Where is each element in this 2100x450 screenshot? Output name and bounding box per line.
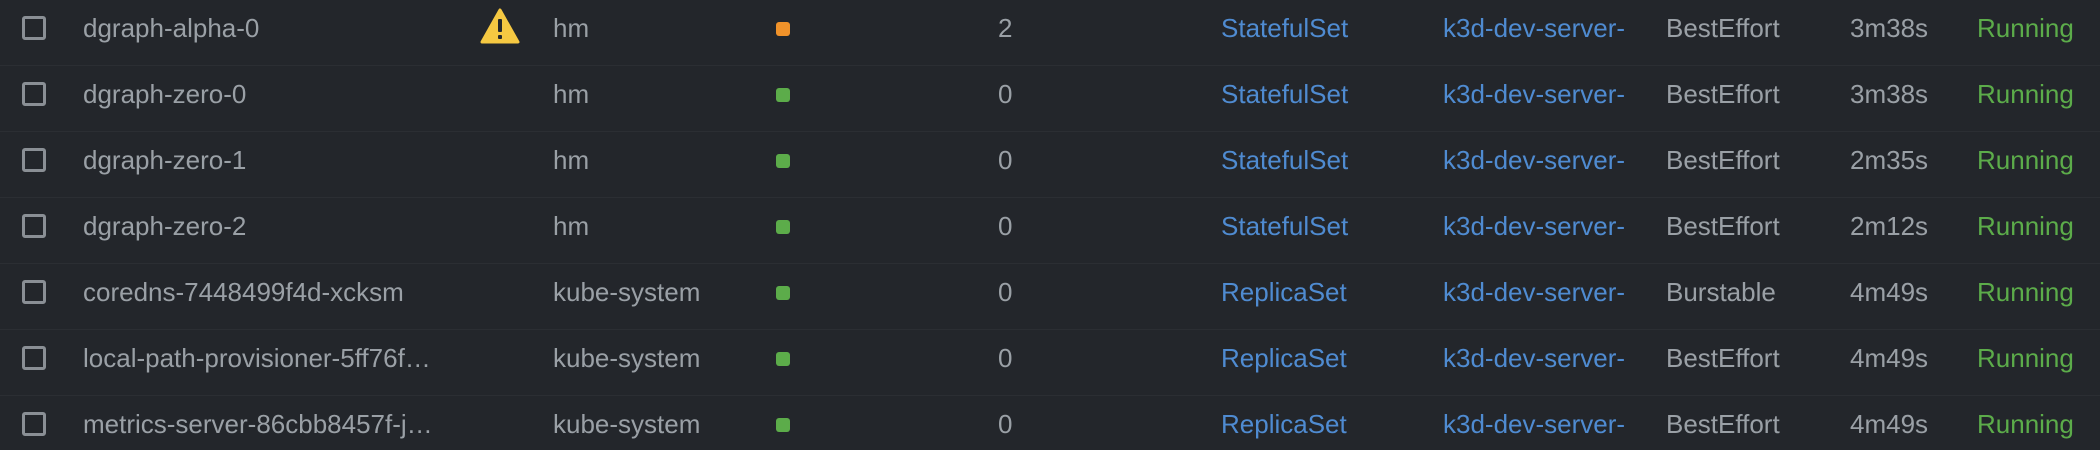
node-link[interactable]: k3d-dev-server- <box>1443 0 1636 66</box>
namespace: hm <box>553 79 590 109</box>
restarts-count: 0 <box>998 145 1013 175</box>
phase-status: Running <box>1977 409 2074 439</box>
row-checkbox[interactable] <box>22 214 46 238</box>
table-row[interactable]: dgraph-zero-0 hm 0 StatefulSet k3d-dev-s… <box>0 66 2100 132</box>
qos-class: BestEffort <box>1666 409 1780 439</box>
controlled-by-link[interactable]: StatefulSet <box>1221 66 1401 132</box>
pod-name[interactable]: dgraph-zero-0 <box>83 66 463 132</box>
restarts-count: 0 <box>998 409 1013 439</box>
qos-class: BestEffort <box>1666 211 1780 241</box>
row-checkbox[interactable] <box>22 346 46 370</box>
status-indicator <box>776 352 790 366</box>
node-link[interactable]: k3d-dev-server- <box>1443 198 1636 264</box>
age: 2m12s <box>1850 211 1929 241</box>
controlled-by-link[interactable]: ReplicaSet <box>1221 396 1401 450</box>
age: 3m38s <box>1850 79 1929 109</box>
status-indicator <box>776 154 790 168</box>
table-row[interactable]: metrics-server-86cbb8457f-j… kube-system… <box>0 396 2100 450</box>
table-row[interactable]: dgraph-zero-1 hm 0 StatefulSet k3d-dev-s… <box>0 132 2100 198</box>
status-indicator <box>776 88 790 102</box>
restarts-count: 0 <box>998 343 1013 373</box>
table-row[interactable]: dgraph-zero-2 hm 0 StatefulSet k3d-dev-s… <box>0 198 2100 264</box>
table-row[interactable]: dgraph-alpha-0 hm 2 StatefulSet k3d-dev-… <box>0 0 2100 66</box>
node-link[interactable]: k3d-dev-server- <box>1443 396 1636 450</box>
row-checkbox[interactable] <box>22 148 46 172</box>
restarts-count: 0 <box>998 79 1013 109</box>
qos-class: Burstable <box>1666 277 1776 307</box>
controlled-by-link[interactable]: StatefulSet <box>1221 0 1401 66</box>
status-indicator <box>776 418 790 432</box>
qos-class: BestEffort <box>1666 145 1780 175</box>
row-checkbox[interactable] <box>22 82 46 106</box>
node-link[interactable]: k3d-dev-server- <box>1443 264 1636 330</box>
phase-status: Running <box>1977 343 2074 373</box>
controlled-by-link[interactable]: StatefulSet <box>1221 198 1401 264</box>
age: 2m35s <box>1850 145 1929 175</box>
phase-status: Running <box>1977 211 2074 241</box>
status-indicator <box>776 286 790 300</box>
row-checkbox[interactable] <box>22 16 46 40</box>
namespace: hm <box>553 145 590 175</box>
phase-status: Running <box>1977 13 2074 43</box>
pod-name[interactable]: dgraph-zero-2 <box>83 198 463 264</box>
pod-name[interactable]: metrics-server-86cbb8457f-j… <box>83 396 463 450</box>
phase-status: Running <box>1977 277 2074 307</box>
node-link[interactable]: k3d-dev-server- <box>1443 330 1636 396</box>
controlled-by-link[interactable]: StatefulSet <box>1221 132 1401 198</box>
pod-name[interactable]: dgraph-alpha-0 <box>83 0 463 66</box>
restarts-count: 0 <box>998 211 1013 241</box>
pods-table: dgraph-alpha-0 hm 2 StatefulSet k3d-dev-… <box>0 0 2100 450</box>
age: 4m49s <box>1850 409 1929 439</box>
row-checkbox[interactable] <box>22 412 46 436</box>
age: 4m49s <box>1850 277 1929 307</box>
warning-icon[interactable] <box>480 8 520 44</box>
namespace: kube-system <box>553 343 701 373</box>
controlled-by-link[interactable]: ReplicaSet <box>1221 330 1401 396</box>
table-row[interactable]: coredns-7448499f4d-xcksm kube-system 0 R… <box>0 264 2100 330</box>
age: 3m38s <box>1850 13 1929 43</box>
phase-status: Running <box>1977 79 2074 109</box>
restarts-count: 2 <box>998 13 1013 43</box>
row-checkbox[interactable] <box>22 280 46 304</box>
status-indicator <box>776 22 790 36</box>
node-link[interactable]: k3d-dev-server- <box>1443 132 1636 198</box>
status-indicator <box>776 220 790 234</box>
namespace: hm <box>553 13 590 43</box>
qos-class: BestEffort <box>1666 13 1780 43</box>
age: 4m49s <box>1850 343 1929 373</box>
pod-name[interactable]: coredns-7448499f4d-xcksm <box>83 264 463 330</box>
controlled-by-link[interactable]: ReplicaSet <box>1221 264 1401 330</box>
table-row[interactable]: local-path-provisioner-5ff76f… kube-syst… <box>0 330 2100 396</box>
restarts-count: 0 <box>998 277 1013 307</box>
qos-class: BestEffort <box>1666 79 1780 109</box>
namespace: kube-system <box>553 277 701 307</box>
phase-status: Running <box>1977 145 2074 175</box>
pod-name[interactable]: dgraph-zero-1 <box>83 132 463 198</box>
namespace: kube-system <box>553 409 701 439</box>
pod-name[interactable]: local-path-provisioner-5ff76f… <box>83 330 463 396</box>
node-link[interactable]: k3d-dev-server- <box>1443 66 1636 132</box>
qos-class: BestEffort <box>1666 343 1780 373</box>
namespace: hm <box>553 211 590 241</box>
